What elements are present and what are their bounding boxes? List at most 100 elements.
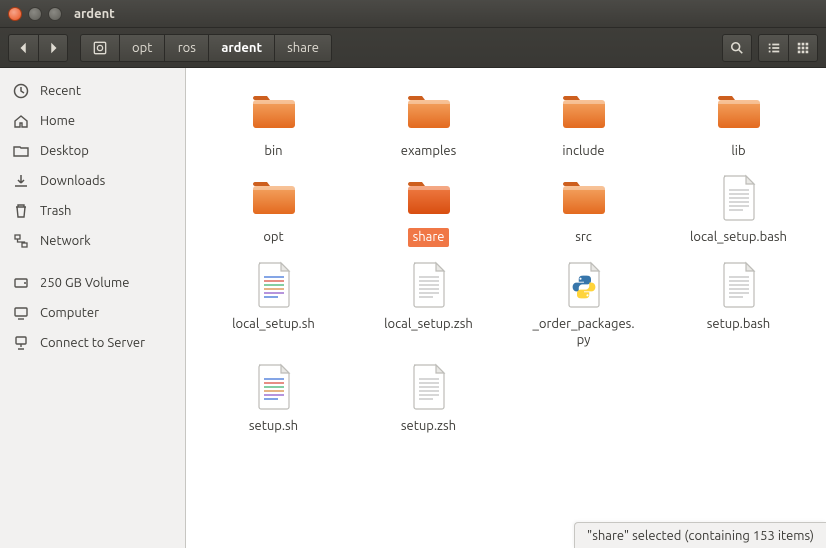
folder-item[interactable]: opt [199, 168, 349, 250]
network-icon [12, 232, 30, 250]
titlebar: ardent [0, 0, 826, 28]
trash-icon [12, 202, 30, 220]
file-item[interactable]: setup.sh [199, 357, 349, 439]
sidebar-item-recent[interactable]: Recent [0, 76, 185, 106]
sidebar-item-label: Network [40, 234, 91, 248]
file-item[interactable]: local_setup.bash [664, 168, 814, 250]
back-button[interactable] [8, 34, 38, 62]
sidebar-item-volume[interactable]: 250 GB Volume [0, 268, 185, 298]
text-file-icon [403, 361, 455, 413]
connect-icon [12, 334, 30, 352]
item-label: local_setup.bash [685, 228, 792, 246]
disk-icon [93, 41, 107, 55]
sidebar-item-label: Trash [40, 204, 71, 218]
file-grid: bin examples include lib opt share src [196, 82, 816, 443]
window-maximize-button[interactable] [48, 7, 62, 21]
item-label: setup.bash [702, 315, 775, 333]
text-file-icon [713, 259, 765, 311]
status-bar: "share" selected (containing 153 items) [574, 522, 826, 548]
sidebar-item-connect-server[interactable]: Connect to Server [0, 328, 185, 358]
sidebar-item-label: Home [40, 114, 75, 128]
item-label: opt [258, 228, 288, 246]
sidebar-item-label: Recent [40, 84, 81, 98]
folder-icon [403, 172, 455, 224]
status-text: "share" selected (containing 153 items) [587, 529, 814, 543]
toolbar: opt ros ardent share [0, 28, 826, 68]
search-icon [730, 41, 744, 55]
sidebar-item-home[interactable]: Home [0, 106, 185, 136]
list-icon [767, 41, 781, 55]
sidebar-item-label: Downloads [40, 174, 105, 188]
sidebar-item-network[interactable]: Network [0, 226, 185, 256]
file-content-area[interactable]: bin examples include lib opt share src [186, 68, 826, 548]
sidebar-item-label: Connect to Server [40, 336, 145, 350]
item-label: lib [726, 142, 750, 160]
folder-item[interactable]: bin [199, 82, 349, 164]
window-title: ardent [74, 7, 115, 21]
python-file-icon [558, 259, 610, 311]
folder-icon [248, 86, 300, 138]
view-grid-button[interactable] [788, 34, 818, 62]
file-item[interactable]: local_setup.zsh [354, 255, 504, 354]
breadcrumb: opt ros ardent share [80, 34, 332, 62]
folder-icon [403, 86, 455, 138]
breadcrumb-segment-active[interactable]: ardent [208, 34, 274, 62]
view-list-button[interactable] [758, 34, 788, 62]
window-minimize-button[interactable] [28, 7, 42, 21]
sidebar-item-label: Computer [40, 306, 99, 320]
text-file-icon [713, 172, 765, 224]
computer-icon [12, 304, 30, 322]
search-button[interactable] [722, 34, 752, 62]
grid-icon [796, 41, 810, 55]
home-icon [12, 112, 30, 130]
sidebar-places: Recent Home Desktop Downloads Trash Netw… [0, 76, 185, 256]
item-label: setup.zsh [396, 417, 461, 435]
item-label: _order_packages. py [527, 315, 639, 350]
window-buttons [8, 7, 62, 21]
folder-icon [713, 86, 765, 138]
sidebar-item-downloads[interactable]: Downloads [0, 166, 185, 196]
folder-icon [558, 86, 610, 138]
item-label: share [408, 228, 450, 246]
item-label: src [570, 228, 597, 246]
file-item[interactable]: _order_packages. py [509, 255, 659, 354]
text-file-icon [403, 259, 455, 311]
recent-icon [12, 82, 30, 100]
forward-button[interactable] [38, 34, 68, 62]
main-area: Recent Home Desktop Downloads Trash Netw… [0, 68, 826, 548]
sidebar-item-trash[interactable]: Trash [0, 196, 185, 226]
sidebar-devices: 250 GB Volume Computer Connect to Server [0, 268, 185, 358]
item-label: local_setup.sh [227, 315, 320, 333]
sidebar: Recent Home Desktop Downloads Trash Netw… [0, 68, 186, 548]
sidebar-item-label: Desktop [40, 144, 89, 158]
desktop-icon [12, 142, 30, 160]
folder-icon [558, 172, 610, 224]
item-label: examples [396, 142, 461, 160]
script-file-icon [248, 361, 300, 413]
breadcrumb-root[interactable] [80, 34, 119, 62]
script-file-icon [248, 259, 300, 311]
folder-item[interactable]: src [509, 168, 659, 250]
folder-item[interactable]: share [354, 168, 504, 250]
folder-item[interactable]: lib [664, 82, 814, 164]
folder-item[interactable]: examples [354, 82, 504, 164]
sidebar-item-computer[interactable]: Computer [0, 298, 185, 328]
nav-buttons [8, 34, 68, 62]
window-close-button[interactable] [8, 7, 22, 21]
sidebar-item-desktop[interactable]: Desktop [0, 136, 185, 166]
item-label: include [557, 142, 609, 160]
folder-icon [248, 172, 300, 224]
drive-icon [12, 274, 30, 292]
view-buttons [758, 34, 818, 62]
file-item[interactable]: setup.bash [664, 255, 814, 354]
file-item[interactable]: setup.zsh [354, 357, 504, 439]
breadcrumb-segment[interactable]: share [274, 34, 332, 62]
item-label: setup.sh [244, 417, 303, 435]
breadcrumb-segment[interactable]: opt [119, 34, 164, 62]
item-label: bin [259, 142, 287, 160]
file-item[interactable]: local_setup.sh [199, 255, 349, 354]
breadcrumb-segment[interactable]: ros [164, 34, 208, 62]
sidebar-item-label: 250 GB Volume [40, 276, 129, 290]
downloads-icon [12, 172, 30, 190]
folder-item[interactable]: include [509, 82, 659, 164]
